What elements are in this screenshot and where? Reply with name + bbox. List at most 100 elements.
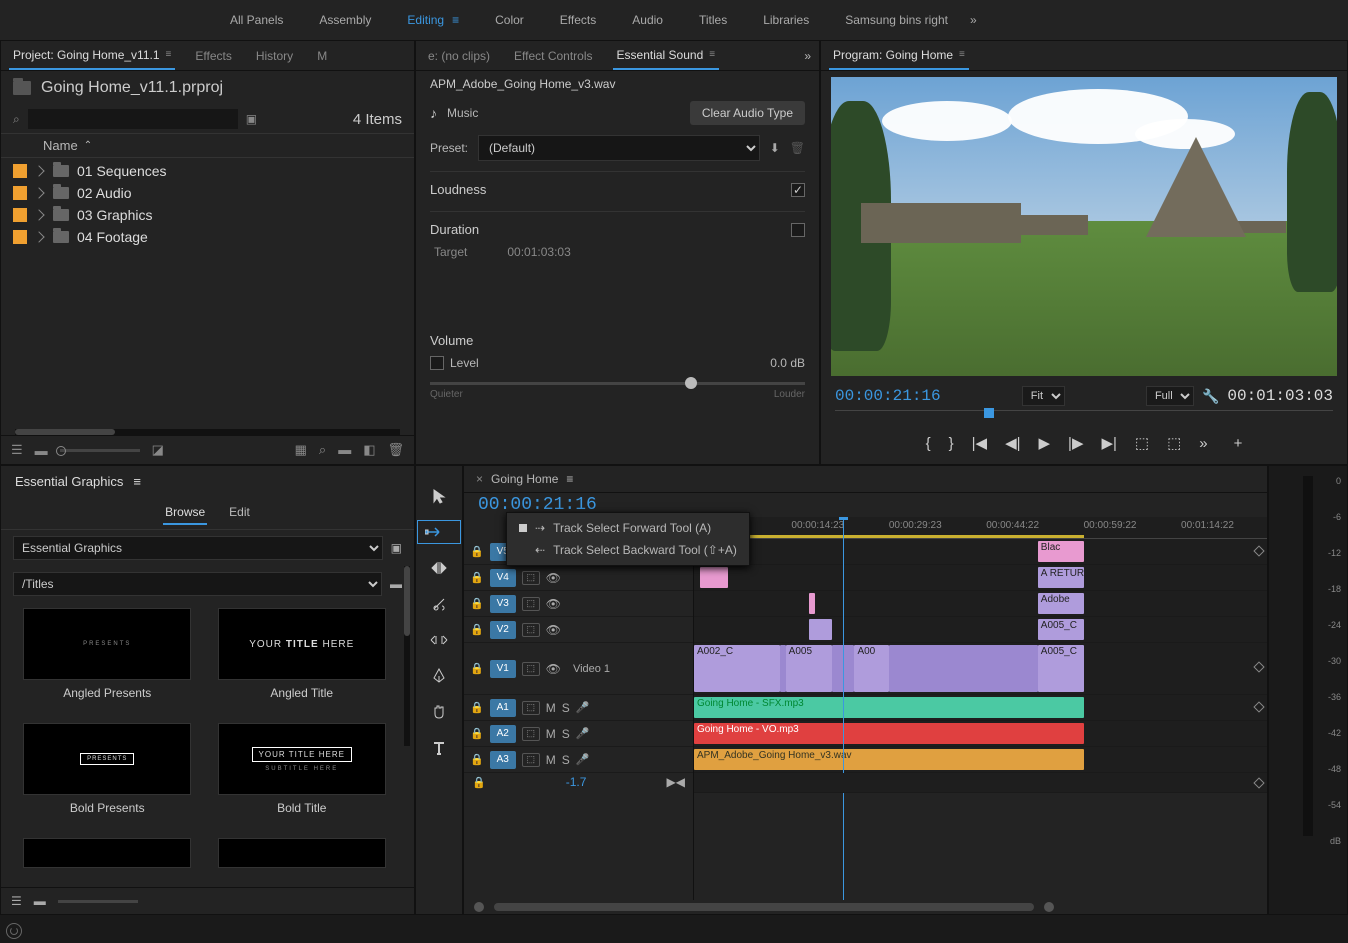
add-folder-icon[interactable]: ▣ [391, 541, 402, 555]
voice-record-icon[interactable]: 🎤 [576, 701, 590, 714]
clip[interactable] [889, 645, 1038, 692]
step-back-icon[interactable]: ◀| [1005, 434, 1020, 452]
volume-slider[interactable] [430, 382, 805, 385]
project-hscroll[interactable] [15, 429, 400, 435]
preset-select[interactable]: (Default) [478, 135, 760, 161]
duration-section[interactable]: Duration [430, 222, 479, 237]
sync-lock-icon[interactable]: ⬚ [522, 701, 540, 715]
clip[interactable]: A RETUR [1038, 567, 1084, 588]
workspace-samsung[interactable]: Samsung bins right [827, 0, 966, 40]
clip[interactable]: Adobe [1038, 593, 1084, 614]
trash-icon[interactable]: 🗑 [387, 442, 404, 458]
freeform-icon[interactable]: ◪ [152, 442, 164, 458]
eg-folder-select[interactable]: /Titles [13, 572, 382, 596]
playhead[interactable] [843, 517, 844, 900]
track-select-backward-option[interactable]: ⇠Track Select Backward Tool (⇧+A) [507, 539, 749, 561]
new-bin2-icon[interactable]: ▬ [338, 442, 351, 458]
workspace-audio[interactable]: Audio [614, 0, 681, 40]
step-forward-icon[interactable]: |▶ [1068, 434, 1083, 452]
eg-library-select[interactable]: Essential Graphics [13, 536, 383, 560]
bin-row[interactable]: 03 Graphics [1, 204, 414, 226]
solo-icon[interactable]: S [562, 753, 570, 767]
track-select-tool[interactable] [417, 520, 461, 544]
zoom-fit-select[interactable]: Fit [1022, 386, 1065, 406]
program-timecode-in[interactable]: 00:00:21:16 [835, 387, 941, 405]
clip[interactable] [809, 619, 832, 640]
eg-tile[interactable] [210, 838, 395, 881]
timeline-hscroll[interactable] [464, 900, 1267, 914]
toggle-track-output-icon[interactable]: 👁 [546, 597, 561, 611]
grid-view-icon[interactable]: ▬ [34, 894, 46, 908]
find-icon[interactable]: ⌕ [319, 442, 326, 458]
tab-noclips[interactable]: e: (no clips) [424, 43, 494, 69]
clip[interactable] [700, 567, 729, 588]
name-column-header[interactable]: Name [43, 138, 78, 153]
lock-icon[interactable]: 🔒 [470, 623, 484, 636]
tab-effect-controls[interactable]: Effect Controls [510, 43, 596, 69]
lock-icon[interactable]: 🔒 [470, 727, 484, 740]
pen-tool[interactable] [427, 664, 451, 688]
tool-flyout-menu[interactable]: ⇢Track Select Forward Tool (A) ⇠Track Se… [506, 512, 750, 566]
mute-icon[interactable]: M [546, 753, 556, 767]
close-sequence-icon[interactable]: × [476, 472, 483, 486]
sync-lock-icon[interactable]: ⬚ [522, 662, 540, 676]
folder-icon[interactable]: ▬ [390, 577, 402, 591]
voice-record-icon[interactable]: 🎤 [576, 753, 590, 766]
track-target-v1[interactable]: V1 [490, 660, 516, 678]
eg-tab-edit[interactable]: Edit [227, 501, 252, 525]
type-tool[interactable] [427, 736, 451, 760]
loudness-section[interactable]: Loudness [430, 182, 486, 197]
resolution-select[interactable]: Full [1146, 386, 1194, 406]
new-bin-icon[interactable]: ▣ [246, 112, 257, 126]
lock-icon[interactable]: 🔒 [470, 701, 484, 714]
eg-tile[interactable]: YOUR TITLE HERESUBTITLE HEREBold Title [210, 723, 395, 828]
panel-overflow-icon[interactable]: » [804, 49, 811, 63]
track-select-forward-option[interactable]: ⇢Track Select Forward Tool (A) [507, 517, 749, 539]
panel-menu-icon[interactable]: ≡ [709, 49, 715, 60]
track-target-v4[interactable]: V4 [490, 569, 516, 587]
panel-menu-icon[interactable]: ≡ [133, 474, 141, 489]
duration-checkbox[interactable] [791, 223, 805, 237]
track-target-a2[interactable]: A2 [490, 725, 516, 743]
sort-icon[interactable]: ▦ [295, 442, 307, 458]
mark-in-icon[interactable]: { [926, 435, 931, 452]
clip[interactable]: A005_C [1038, 645, 1084, 692]
toggle-track-output-icon[interactable]: 👁 [546, 571, 561, 585]
workspace-overflow-icon[interactable]: » [970, 13, 977, 27]
hamburger-icon[interactable]: ≡ [452, 13, 459, 27]
time-ruler[interactable]: 00:00 00:00:14:23 00:00:29:23 00:00:44:2… [694, 517, 1267, 539]
sync-lock-icon[interactable]: ⬚ [522, 597, 540, 611]
sync-lock-icon[interactable]: ⬚ [522, 727, 540, 741]
toggle-track-output-icon[interactable]: 👁 [546, 623, 561, 637]
panel-menu-icon[interactable]: ≡ [959, 49, 965, 60]
razor-tool[interactable] [427, 592, 451, 616]
bin-row[interactable]: 01 Sequences [1, 160, 414, 182]
track-target-v2[interactable]: V2 [490, 621, 516, 639]
extract-icon[interactable]: ⬚ [1167, 434, 1181, 452]
track-target-a3[interactable]: A3 [490, 751, 516, 769]
hand-tool[interactable] [427, 700, 451, 724]
mute-icon[interactable]: M [546, 727, 556, 741]
selection-tool[interactable] [427, 484, 451, 508]
new-item-icon[interactable]: ◧ [363, 442, 375, 458]
tab-program[interactable]: Program: Going Home≡ [829, 42, 969, 70]
eg-zoom-slider[interactable] [58, 900, 138, 903]
project-list[interactable]: 01 Sequences 02 Audio 03 Graphics 04 Foo… [1, 158, 414, 429]
bin-row[interactable]: 02 Audio [1, 182, 414, 204]
delete-preset-icon[interactable]: 🗑 [790, 141, 805, 155]
eg-tile[interactable]: YOUR TITLE HEREAngled Title [210, 608, 395, 713]
workspace-titles[interactable]: Titles [681, 0, 745, 40]
eg-tile[interactable]: PRESENTSBold Presents [15, 723, 200, 828]
clear-audio-type-button[interactable]: Clear Audio Type [690, 101, 805, 125]
lift-icon[interactable]: ⬚ [1135, 434, 1149, 452]
voice-record-icon[interactable]: 🎤 [576, 727, 590, 740]
button-editor-icon[interactable]: + [1234, 435, 1243, 452]
track-target-a1[interactable]: A1 [490, 699, 516, 717]
lock-icon[interactable]: 🔒 [470, 571, 484, 584]
mark-out-icon[interactable]: } [949, 435, 954, 452]
sync-lock-icon[interactable]: ⬚ [522, 753, 540, 767]
go-to-out-icon[interactable]: ▶| [1101, 434, 1116, 452]
clip[interactable]: A002_C [694, 645, 780, 692]
tab-project[interactable]: Project: Going Home_v11.1≡ [9, 42, 175, 70]
program-scrubber[interactable] [835, 410, 1333, 426]
